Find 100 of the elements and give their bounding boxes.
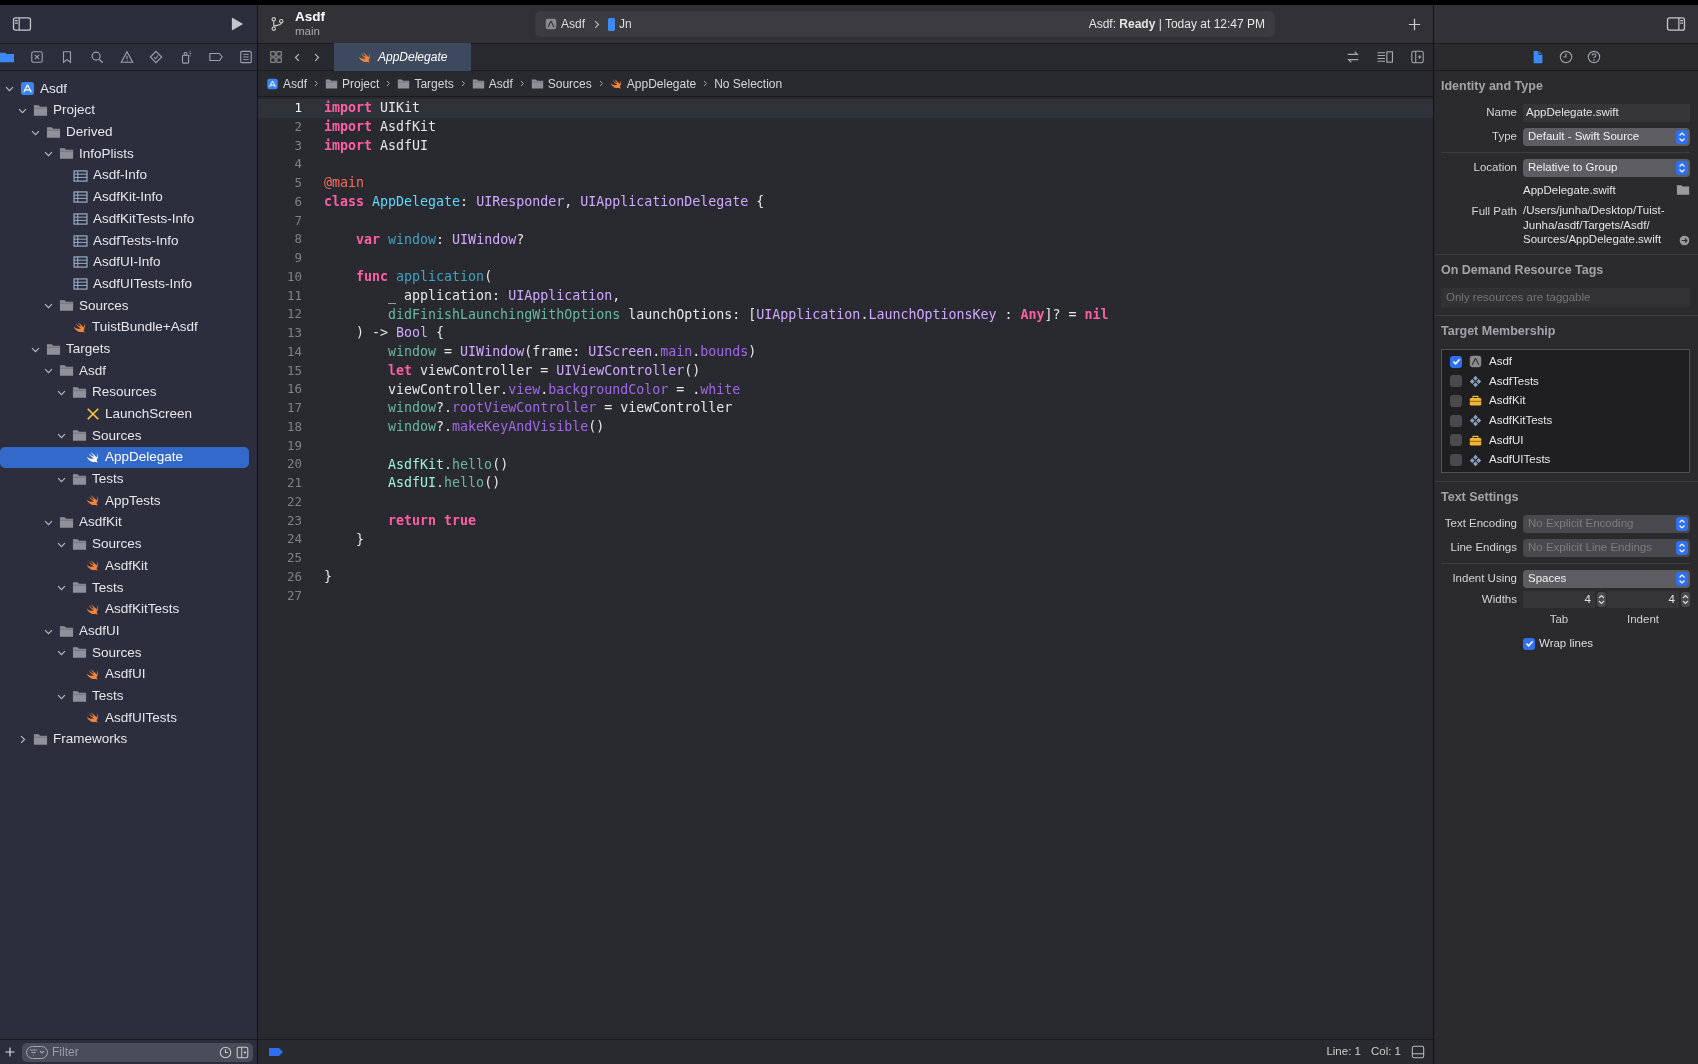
tree-item[interactable]: AsdfUI-Info [0, 251, 249, 274]
tree-item[interactable]: Asdf [0, 78, 249, 100]
chevron-right-icon [701, 78, 710, 89]
stepper-icon[interactable] [1681, 591, 1690, 607]
checkbox[interactable] [1450, 394, 1462, 407]
name-field[interactable]: AppDelegate.swift [1523, 103, 1690, 122]
target-name: AsdfUITests [1489, 452, 1551, 468]
indent-select[interactable]: Spaces [1523, 569, 1690, 588]
tree-item[interactable]: AsdfUITests [0, 706, 249, 729]
lines-panel-icon[interactable] [1376, 50, 1394, 64]
clock-icon[interactable] [1559, 50, 1573, 64]
field-caption: Indent [1626, 611, 1660, 627]
inspector-toggle-icon[interactable] [1666, 16, 1686, 32]
clock-icon[interactable] [219, 1045, 232, 1059]
tree-item[interactable]: Frameworks [0, 728, 249, 751]
chevron-updown-icon [1676, 129, 1688, 144]
grid-icon[interactable] [268, 50, 284, 64]
tree-item[interactable]: Sources [0, 294, 249, 317]
tree-item[interactable]: TuistBundle+Asdf [0, 316, 249, 339]
checkbox[interactable] [1450, 375, 1462, 388]
folder-icon[interactable] [1676, 183, 1690, 196]
target-name: AsdfKitTests [1489, 413, 1553, 429]
run-icon[interactable] [230, 16, 245, 32]
location-select[interactable]: Relative to Group [1523, 158, 1690, 177]
tree-item[interactable]: Sources [0, 425, 249, 447]
tree-item[interactable]: AsdfKit-Info [0, 186, 249, 209]
tree-item[interactable]: AsdfUITests-Info [0, 273, 249, 295]
tree-item[interactable]: AsdfKitTests [0, 598, 249, 621]
debug-area-icon[interactable] [1411, 1045, 1425, 1059]
tree-item[interactable]: Derived [0, 121, 249, 144]
checkbox[interactable] [1523, 637, 1535, 650]
plus-icon[interactable] [1408, 17, 1421, 31]
tree-item[interactable]: Targets [0, 338, 249, 360]
list-icon[interactable] [239, 50, 253, 64]
device-button[interactable]: Jn [608, 15, 632, 33]
folder-icon [72, 689, 87, 703]
line-number: 27 [285, 586, 302, 605]
swap-arrows-icon[interactable] [1346, 50, 1360, 64]
tree-item[interactable]: Resources [0, 381, 249, 404]
warning-icon[interactable] [119, 50, 134, 64]
tree-item[interactable]: AsdfTests-Info [0, 229, 249, 252]
folder-icon[interactable] [0, 50, 14, 64]
document-icon[interactable] [1531, 50, 1545, 64]
checkbox[interactable] [1450, 414, 1462, 427]
checkbox[interactable] [1450, 434, 1462, 447]
tree-item[interactable]: Tests [0, 576, 249, 599]
number-field[interactable]: 4 [1607, 590, 1679, 608]
arrow-circle-icon[interactable] [1679, 235, 1690, 247]
tree-item[interactable]: AppDelegate [0, 446, 249, 469]
filter-field[interactable]: Filter [22, 1042, 253, 1062]
diamond-icon[interactable] [149, 50, 164, 64]
line-number: 9 [293, 249, 302, 267]
add-panel-icon[interactable] [1410, 50, 1425, 64]
plus-icon[interactable] [4, 1046, 16, 1058]
folder-icon [72, 385, 87, 399]
line-number: 3 [293, 136, 302, 155]
tree-item[interactable]: AsdfUI [0, 620, 249, 642]
tree-item[interactable]: AppTests [0, 490, 249, 512]
field-label: Type [1491, 129, 1517, 145]
path-item[interactable]: AppDelegate [609, 74, 697, 93]
full-path: /Users/junha/Desktop/Tuist- Junha/asdf/Targets/Asdf/ Sources/AppDelegate.swift [1523, 203, 1665, 247]
tree-item[interactable]: Tests [0, 685, 249, 707]
tree-item[interactable]: LaunchScreen [0, 403, 249, 425]
branch-icon[interactable] [270, 16, 285, 32]
breakpoints-toggle-icon[interactable] [268, 1047, 284, 1057]
checkbox[interactable] [1450, 454, 1462, 467]
x-square-icon[interactable] [29, 50, 44, 64]
tree-item[interactable]: AsdfKit [0, 555, 249, 577]
split-square-icon[interactable] [236, 1045, 249, 1059]
tree-item[interactable]: AsdfUI [0, 663, 249, 686]
path-item[interactable]: Asdf [471, 74, 513, 93]
path-item[interactable]: Targets [397, 74, 454, 93]
tree-item[interactable]: AsdfKit [0, 511, 249, 534]
tree-item[interactable]: Asdf [0, 359, 249, 382]
tree-item[interactable]: AsdfKitTests-Info [0, 208, 249, 230]
help-icon[interactable] [1587, 50, 1601, 64]
editor-tab[interactable]: AppDelegate [334, 43, 472, 71]
tree-item[interactable]: Asdf-Info [0, 164, 249, 187]
search-icon[interactable] [89, 50, 104, 64]
spray-can-icon[interactable] [179, 50, 194, 64]
folder-icon [530, 77, 544, 90]
stepper-icon[interactable] [1597, 591, 1606, 607]
tree-item[interactable]: Sources [0, 641, 249, 664]
path-item[interactable]: Asdf [266, 74, 307, 93]
type-select[interactable]: Default - Swift Source [1523, 127, 1690, 146]
tag-icon[interactable] [209, 50, 224, 64]
tree-item[interactable]: Project [0, 99, 249, 122]
code-line: _ application: UIApplication, [387, 286, 621, 306]
checkbox[interactable] [1450, 355, 1462, 368]
tree-item[interactable]: InfoPlists [0, 143, 249, 165]
number-field[interactable]: 4 [1523, 590, 1595, 608]
line-number: 26 [285, 567, 302, 586]
tree-item[interactable]: Tests [0, 468, 249, 491]
tree-item[interactable]: Sources [0, 533, 249, 556]
scheme-button[interactable]: Asdf [545, 15, 585, 33]
path-item[interactable]: No Selection [714, 74, 783, 93]
path-item[interactable]: Sources [530, 74, 592, 93]
code-line: window?.rootViewController = viewController [387, 399, 733, 418]
path-item[interactable]: Project [325, 74, 380, 93]
sidebar-toggle-icon[interactable] [12, 16, 32, 32]
